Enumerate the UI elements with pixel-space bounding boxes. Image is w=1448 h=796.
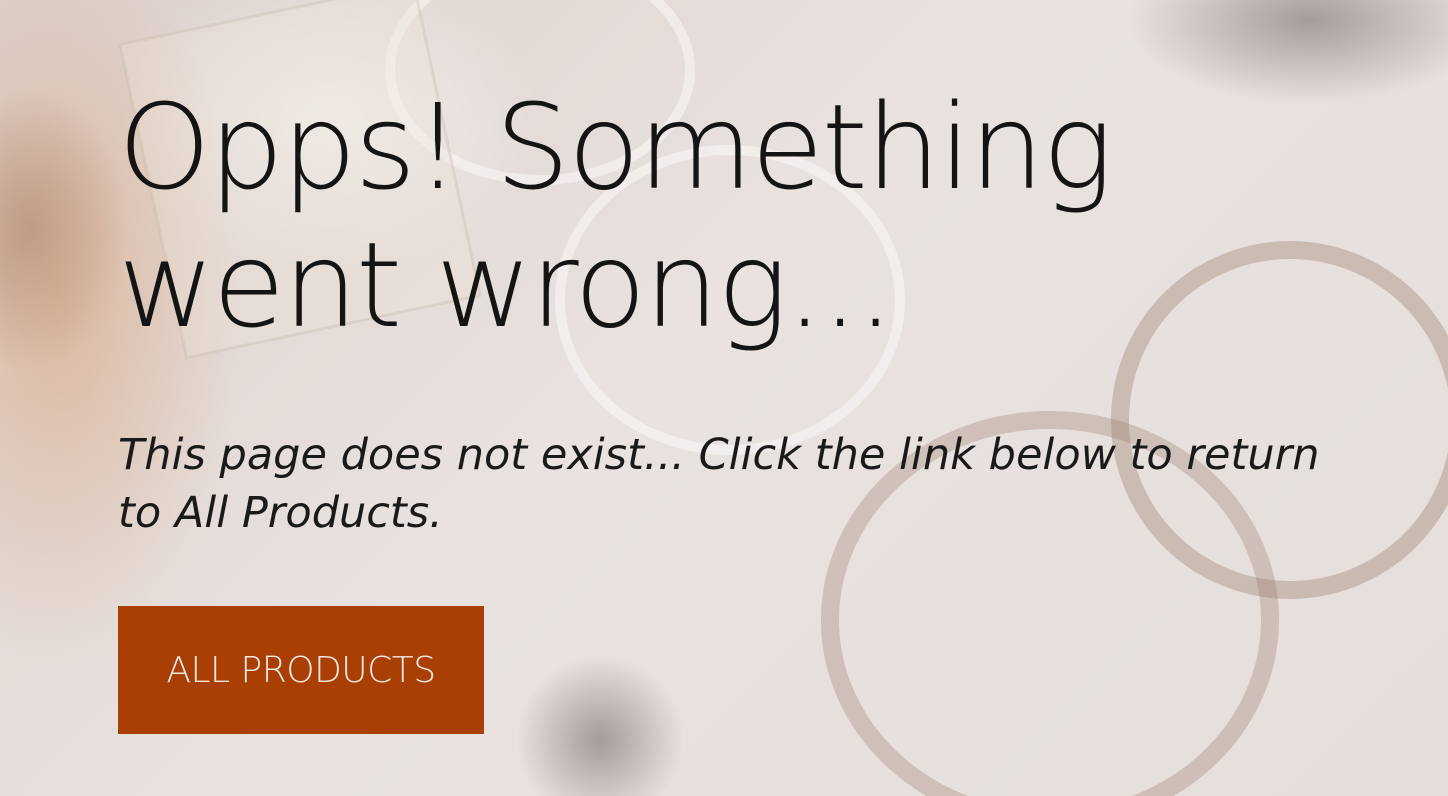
all-products-button[interactable]: ALL PRODUCTS: [118, 606, 484, 734]
error-content: Opps! Something went wrong... This page …: [118, 78, 1378, 542]
error-title: Opps! Something went wrong...: [118, 78, 1113, 354]
error-message: This page does not exist... Click the li…: [118, 430, 1320, 538]
